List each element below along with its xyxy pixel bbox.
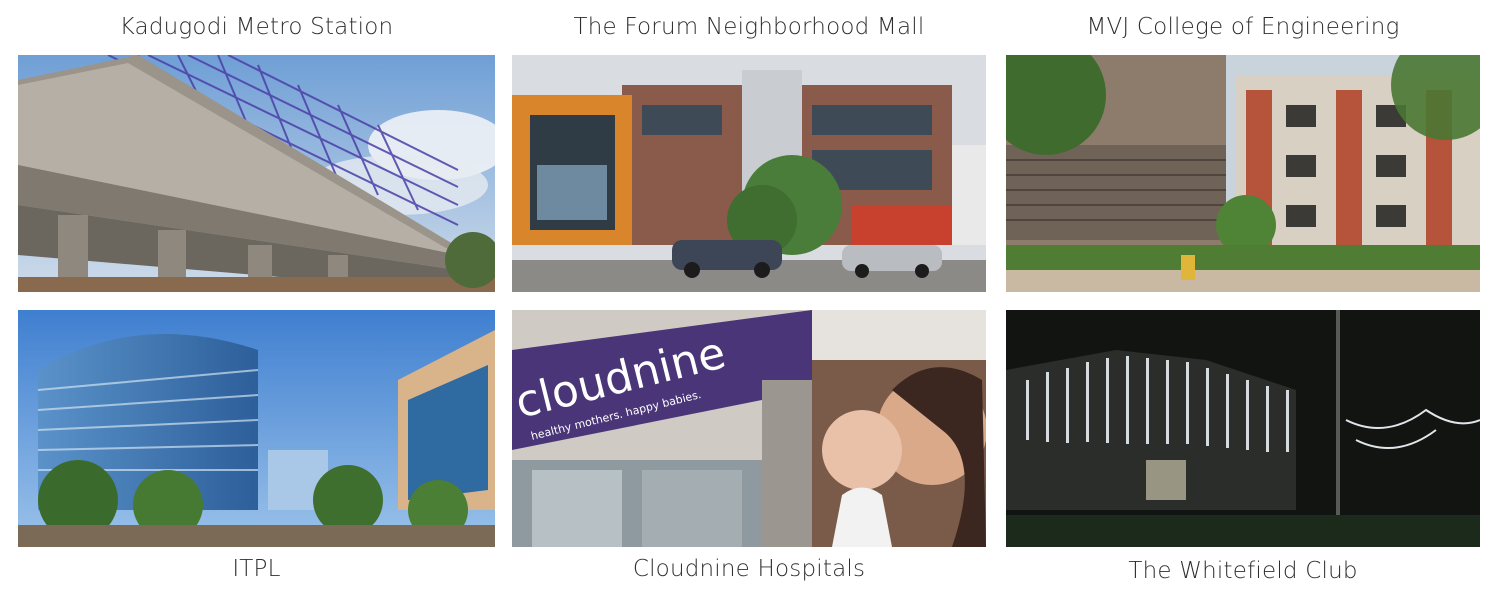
caption-kadugodi-metro: Kadugodi Metro Station bbox=[119, 14, 394, 40]
caption-cloudnine: Cloudnine Hospitals bbox=[632, 556, 866, 582]
caption-mvj-college: MVJ College of Engineering bbox=[1086, 14, 1400, 40]
photo-mvj-college bbox=[1006, 55, 1480, 292]
photo-forum-mall bbox=[512, 55, 986, 292]
photo-kadugodi-metro bbox=[18, 55, 495, 292]
photo-cloudnine: cloudnine healthy mothers. happy babies. bbox=[512, 310, 986, 547]
caption-itpl: ITPL bbox=[232, 556, 281, 582]
caption-whitefield-club: The Whitefield Club bbox=[1128, 558, 1358, 584]
photo-whitefield-club bbox=[1006, 310, 1480, 547]
caption-forum-mall: The Forum Neighborhood Mall bbox=[573, 14, 925, 40]
photo-itpl bbox=[18, 310, 495, 547]
landmark-gallery: Kadugodi Metro Station The Forum Neighbo… bbox=[0, 0, 1497, 600]
